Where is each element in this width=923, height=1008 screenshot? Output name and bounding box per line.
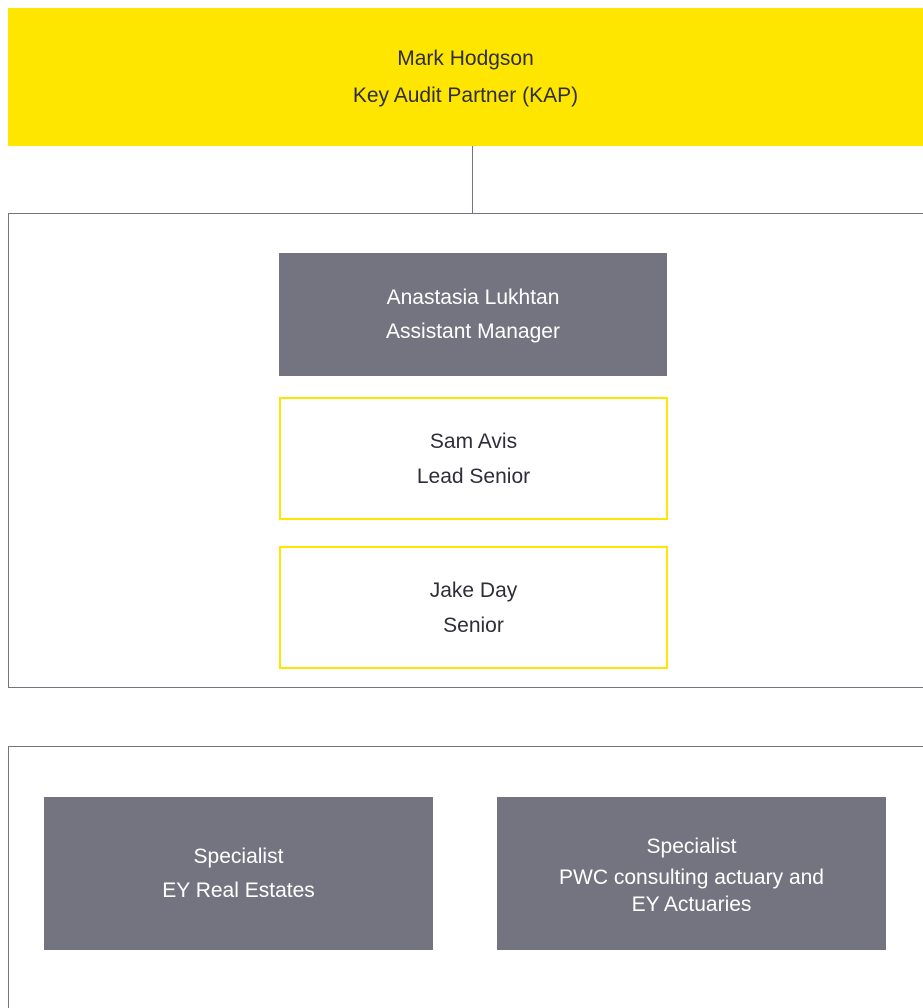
assistant-manager-box: Anastasia Lukhtan Assistant Manager [279,253,667,376]
lead-senior-name: Sam Avis [429,429,518,453]
kap-role: Key Audit Partner (KAP) [352,84,579,107]
specialist-2-role-line2: EY Actuaries [631,892,752,916]
senior-role: Senior [443,613,504,637]
lead-senior-role: Lead Senior [416,464,531,488]
kap-name: Mark Hodgson [397,47,534,70]
specialist-1-title: Specialist [193,844,284,868]
specialist-actuary-box: Specialist PWC consulting actuary and EY… [497,797,886,950]
connector-line [472,146,473,214]
specialist-2-title: Specialist [646,834,737,858]
lead-senior-box: Sam Avis Lead Senior [279,397,668,520]
assistant-manager-role: Assistant Manager [386,319,560,343]
specialist-2-role-line1: PWC consulting actuary and [559,865,824,889]
senior-box: Jake Day Senior [279,546,668,669]
assistant-manager-name: Anastasia Lukhtan [386,285,560,309]
kap-box: Mark Hodgson Key Audit Partner (KAP) [8,8,923,146]
specialist-1-role: EY Real Estates [162,878,315,902]
specialist-real-estates-box: Specialist EY Real Estates [44,797,433,950]
senior-name: Jake Day [429,578,518,602]
